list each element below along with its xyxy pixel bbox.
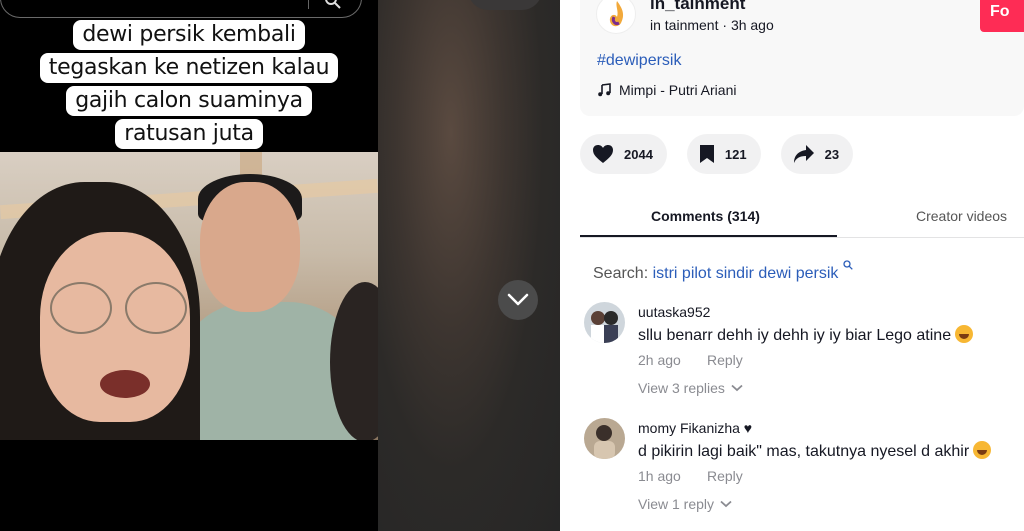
hashtag-link[interactable]: #dewipersik xyxy=(597,52,681,70)
author-display-name: in tainment xyxy=(650,17,719,33)
author-username[interactable]: in_tainment xyxy=(650,0,745,14)
meta-separator: · xyxy=(722,17,731,33)
view-replies-button[interactable]: View 1 reply xyxy=(638,496,732,512)
search-icon[interactable] xyxy=(325,0,341,9)
post-time: 3h ago xyxy=(730,17,774,33)
comment-text: d pikirin lagi baik" mas, takutnya nyese… xyxy=(638,441,992,461)
video-frame-image xyxy=(0,152,378,440)
caption-line: tegaskan ke netizen kalau xyxy=(39,53,339,83)
comment-time: 1h ago xyxy=(638,468,681,484)
caption-line: gajih calon suaminya xyxy=(66,86,312,116)
chevron-down-icon xyxy=(720,500,732,508)
author-meta: in tainment · 3h ago xyxy=(650,17,774,33)
search-icon xyxy=(843,260,853,270)
next-video-button[interactable] xyxy=(498,280,538,320)
related-search-query[interactable]: istri pilot sindir dewi persik xyxy=(653,265,839,282)
music-link[interactable]: Mimpi - Putri Ariani xyxy=(597,82,736,98)
commenter-avatar[interactable] xyxy=(584,302,625,343)
chevron-down-icon xyxy=(731,384,743,392)
brand-logo-icon xyxy=(609,1,624,27)
music-title: Mimpi - Putri Ariani xyxy=(619,82,737,98)
reply-button[interactable]: Reply xyxy=(707,468,743,484)
music-note-icon xyxy=(598,83,611,97)
details-panel: in_tainment in tainment · 3h ago Fo #dew… xyxy=(560,0,1024,531)
comment-tabs: Comments (314) Creator videos xyxy=(580,198,1024,238)
comment-text: sllu benarr dehh iy dehh iy iy biar Lego… xyxy=(638,325,974,345)
heart-icon xyxy=(593,145,613,163)
video-player[interactable]: dewi persik kembali tegaskan ke netizen … xyxy=(0,0,378,531)
view-replies-button[interactable]: View 3 replies xyxy=(638,380,743,396)
smiling-emoji-icon xyxy=(973,441,992,459)
reply-button[interactable]: Reply xyxy=(707,352,743,368)
video-search-bar[interactable] xyxy=(0,0,362,18)
caption-line: ratusan juta xyxy=(115,119,263,149)
follow-button[interactable]: Fo xyxy=(980,0,1024,32)
video-blur-background xyxy=(378,0,560,531)
like-count: 2044 xyxy=(624,146,653,162)
view-replies-label: View 1 reply xyxy=(638,496,715,512)
related-search-label: Search: xyxy=(593,265,649,282)
laughing-emoji-icon xyxy=(955,325,974,343)
comment-time: 2h ago xyxy=(638,352,681,368)
commenter-avatar[interactable] xyxy=(584,418,625,459)
video-caption-overlay: dewi persik kembali tegaskan ke netizen … xyxy=(0,20,378,152)
related-search[interactable]: Search: istri pilot sindir dewi persik xyxy=(593,260,853,283)
comment-text-body: d pikirin lagi baik" mas, takutnya nyese… xyxy=(638,443,970,460)
bookmark-icon xyxy=(699,145,714,163)
chevron-down-icon xyxy=(507,293,529,306)
view-replies-label: View 3 replies xyxy=(638,380,725,396)
tab-creator-videos[interactable]: Creator videos xyxy=(916,208,1007,224)
active-tab-indicator xyxy=(580,235,837,237)
share-count: 23 xyxy=(824,146,840,162)
share-arrow-icon xyxy=(793,145,814,163)
save-button[interactable]: 121 xyxy=(686,134,761,174)
save-count: 121 xyxy=(724,146,747,162)
top-control-button[interactable] xyxy=(468,0,542,10)
comment-username[interactable]: momy Fikanizha ♥ xyxy=(638,420,752,436)
like-button[interactable]: 2044 xyxy=(580,134,667,174)
tab-comments[interactable]: Comments (314) xyxy=(651,208,760,224)
comment-text-body: sllu benarr dehh iy dehh iy iy biar Lego… xyxy=(638,327,952,344)
author-avatar[interactable] xyxy=(596,0,636,34)
comment-username[interactable]: uutaska952 xyxy=(638,304,710,320)
caption-line: dewi persik kembali xyxy=(73,20,305,50)
action-bar: 2044 121 23 xyxy=(580,134,854,174)
share-button[interactable]: 23 xyxy=(780,134,854,174)
search-divider xyxy=(308,0,309,9)
